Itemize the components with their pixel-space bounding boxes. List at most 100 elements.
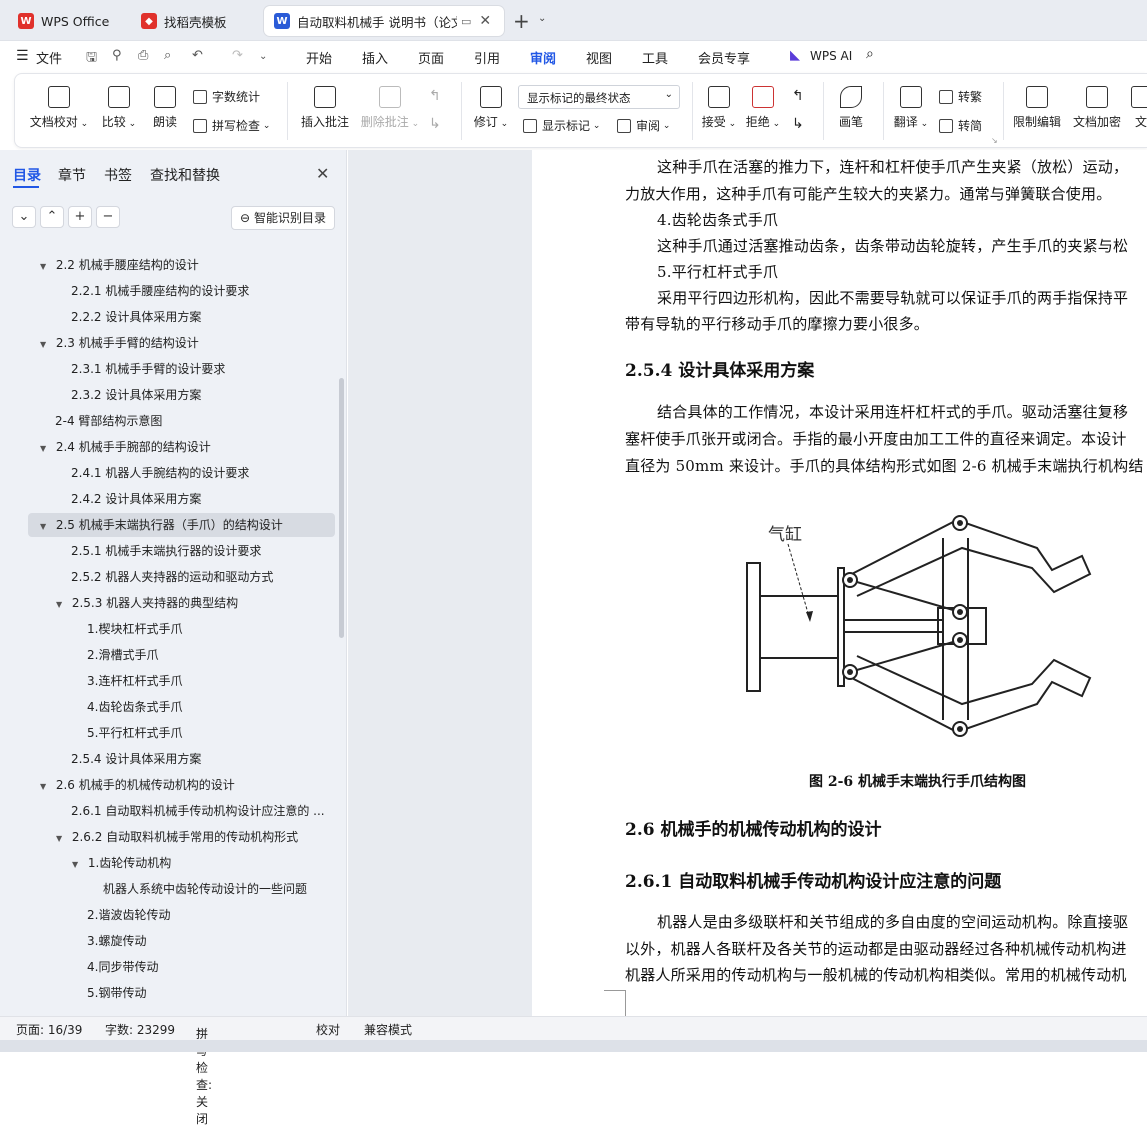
share-icon[interactable]: ⚲ xyxy=(112,48,122,63)
close-panel-icon[interactable]: ✕ xyxy=(316,164,329,183)
more-chevron-icon[interactable]: ⌄ xyxy=(259,51,267,62)
menu-start[interactable]: 开始 xyxy=(306,48,332,67)
revise-button[interactable]: 修订 ⌄ xyxy=(471,86,511,130)
toc-item[interactable]: 4.齿轮齿条式手爪 xyxy=(87,694,182,720)
toc-item[interactable]: ▼ 2.6 机械手的机械传动机构的设计 xyxy=(40,772,235,798)
tab-document[interactable]: W 自动取料机械手 说明书（论文 ▭ ✕ xyxy=(264,6,504,36)
panel-tab-toc[interactable]: 目录 xyxy=(13,165,41,185)
toc-item[interactable]: ▼ 2.4 机械手手腕部的结构设计 xyxy=(40,434,211,460)
menu-view[interactable]: 视图 xyxy=(586,48,612,67)
print-icon[interactable]: ⎙ xyxy=(138,48,148,63)
word-count-button[interactable]: 字数统计 xyxy=(193,88,260,105)
menu-wps-ai[interactable]: WPS AI xyxy=(810,49,852,63)
panel-tab-find-replace[interactable]: 查找和替换 xyxy=(150,165,220,185)
panel-tab-sections[interactable]: 章节 xyxy=(58,165,86,185)
doc-more-button[interactable]: 文 xyxy=(1131,86,1147,130)
document-page[interactable]: 这种手爪在活塞的推力下，连杆和杠杆使手爪产生夹紧（放松）运动， 力放大作用，这种… xyxy=(532,150,1147,1016)
menu-reference[interactable]: 引用 xyxy=(474,48,500,67)
expand-triangle-icon[interactable]: ▼ xyxy=(56,826,68,852)
encrypt-button[interactable]: 文档加密 xyxy=(1071,86,1123,130)
toc-item[interactable]: 3.连杆杠杆式手爪 xyxy=(87,668,182,694)
window-icon[interactable]: ▭ xyxy=(461,15,471,28)
group-expand-icon[interactable]: ↘ xyxy=(991,136,998,145)
prev-comment-icon[interactable]: ↰ xyxy=(429,88,441,104)
menu-member[interactable]: 会员专享 xyxy=(698,48,750,67)
toc-item[interactable]: 5.平行杠杆式手爪 xyxy=(87,720,182,746)
menu-insert[interactable]: 插入 xyxy=(362,48,388,67)
expand-triangle-icon[interactable]: ▼ xyxy=(40,254,52,280)
toc-item[interactable]: 2.6.1 自动取料机械手传动机构设计应注意的 ... xyxy=(71,798,325,824)
insert-comment-button[interactable]: 插入批注 xyxy=(299,86,351,130)
toc-item[interactable]: ▼ 2.5.3 机器人夹持器的典型结构 xyxy=(56,590,238,616)
toc-item[interactable]: ▼ 2.2 机械手腰座结构的设计 xyxy=(40,252,199,278)
menu-tools[interactable]: 工具 xyxy=(642,48,668,67)
toc-item[interactable]: 2.谐波齿轮传动 xyxy=(87,902,170,928)
remove-heading-button[interactable]: − xyxy=(96,206,120,228)
display-state-select[interactable]: 显示标记的最终状态 ⌄ xyxy=(518,85,680,109)
toc-item[interactable]: 2.2.1 机械手腰座结构的设计要求 xyxy=(71,278,249,304)
menu-file[interactable]: 文件 xyxy=(36,48,62,67)
toc-item[interactable]: 2.滑槽式手爪 xyxy=(87,642,158,668)
add-heading-button[interactable]: + xyxy=(68,206,92,228)
toc-item[interactable]: ▼ 1.齿轮传动机构 xyxy=(72,850,171,876)
pen-button[interactable]: 画笔 xyxy=(835,86,867,130)
undo-icon[interactable]: ↶ xyxy=(192,48,203,63)
trad-convert-button[interactable]: 转繁 xyxy=(939,88,982,105)
smart-toc-button[interactable]: ⊖ 智能识别目录 xyxy=(231,206,335,230)
delete-comment-button[interactable]: 删除批注 ⌄ xyxy=(359,86,421,130)
toc-item[interactable]: 2.4.2 设计具体采用方案 xyxy=(71,486,201,512)
spell-check-button[interactable]: 拼写检查 ⌄ xyxy=(193,117,270,134)
expand-triangle-icon[interactable]: ▼ xyxy=(40,436,52,462)
panel-tab-bookmarks[interactable]: 书签 xyxy=(104,165,132,185)
toc-item[interactable]: ▼ 2.6.2 自动取料机械手常用的传动机构形式 xyxy=(56,824,298,850)
next-comment-icon[interactable]: ↳ xyxy=(429,116,441,132)
toc-item[interactable]: ▼ 2.5 机械手末端执行器（手爪）的结构设计 xyxy=(40,512,283,538)
simp-convert-button[interactable]: 转简 xyxy=(939,117,982,134)
menu-review[interactable]: 审阅 xyxy=(530,48,556,67)
toc-item[interactable]: 机器人系统中齿轮传动设计的一些问题 xyxy=(103,876,307,902)
expand-triangle-icon[interactable]: ▼ xyxy=(40,514,52,540)
toc-item[interactable]: 2-4 臂部结构示意图 xyxy=(55,408,162,434)
toc-item[interactable]: 2.3.1 机械手手臂的设计要求 xyxy=(71,356,225,382)
read-aloud-button[interactable]: 朗读 xyxy=(149,86,181,130)
menu-page[interactable]: 页面 xyxy=(418,48,444,67)
toc-item[interactable]: 3.螺旋传动 xyxy=(87,928,146,954)
word-count[interactable]: 字数: 23299 xyxy=(105,1021,175,1038)
accept-button[interactable]: 接受 ⌄ xyxy=(701,86,737,130)
toc-item[interactable]: 1.楔块杠杆式手爪 xyxy=(87,616,182,642)
expand-triangle-icon[interactable]: ▼ xyxy=(40,774,52,800)
toc-item[interactable]: 2.4.1 机器人手腕结构的设计要求 xyxy=(71,460,249,486)
tab-wps-office[interactable]: W WPS Office xyxy=(8,6,123,36)
print-preview-icon[interactable]: ⌕ xyxy=(164,48,171,63)
tab-template[interactable]: ◆ 找稻壳模板 xyxy=(131,6,256,36)
collapse-up-button[interactable]: ⌃ xyxy=(40,206,64,228)
toc-item[interactable]: 2.5.4 设计具体采用方案 xyxy=(71,746,201,772)
review-pane-button[interactable]: 审阅 ⌄ xyxy=(617,117,670,134)
reject-button[interactable]: 拒绝 ⌄ xyxy=(745,86,781,130)
new-tab-icon[interactable]: + xyxy=(513,9,530,33)
toc-item[interactable]: 2.2.2 设计具体采用方案 xyxy=(71,304,201,330)
expand-triangle-icon[interactable]: ▼ xyxy=(40,332,52,358)
proof-status[interactable]: 校对 xyxy=(316,1021,340,1038)
expand-triangle-icon[interactable]: ▼ xyxy=(56,592,68,618)
save-icon[interactable]: 🖫 xyxy=(86,48,97,70)
toc-item[interactable]: 4.同步带传动 xyxy=(87,954,158,980)
collapse-down-button[interactable]: ⌄ xyxy=(12,206,36,228)
page-count[interactable]: 页面: 16/39 xyxy=(16,1021,82,1038)
toc-item[interactable]: ▼ 2.3 机械手手臂的结构设计 xyxy=(40,330,199,356)
tab-list-chevron-icon[interactable]: ⌄ xyxy=(538,13,546,24)
compare-button[interactable]: 比较 ⌄ xyxy=(97,86,141,130)
doc-check-button[interactable]: 文档校对 ⌄ xyxy=(29,86,89,130)
toc-item[interactable]: 5.钢带传动 xyxy=(87,980,146,1006)
panel-scrollbar[interactable] xyxy=(339,378,344,638)
toc-item[interactable]: 2.5.1 机械手末端执行器的设计要求 xyxy=(71,538,261,564)
restrict-edit-button[interactable]: 限制编辑 xyxy=(1011,86,1063,130)
prev-change-icon[interactable]: ↰ xyxy=(792,88,804,104)
show-markup-button[interactable]: 显示标记 ⌄ xyxy=(523,117,600,134)
next-change-icon[interactable]: ↳ xyxy=(792,116,804,132)
close-tab-icon[interactable]: ✕ xyxy=(479,13,491,29)
toc-item[interactable]: 2.3.2 设计具体采用方案 xyxy=(71,382,201,408)
translate-button[interactable]: 翻译 ⌄ xyxy=(891,86,931,130)
toc-item[interactable]: 2.5.2 机器人夹持器的运动和驱动方式 xyxy=(71,564,273,590)
search-icon[interactable]: ⌕ xyxy=(866,46,874,62)
